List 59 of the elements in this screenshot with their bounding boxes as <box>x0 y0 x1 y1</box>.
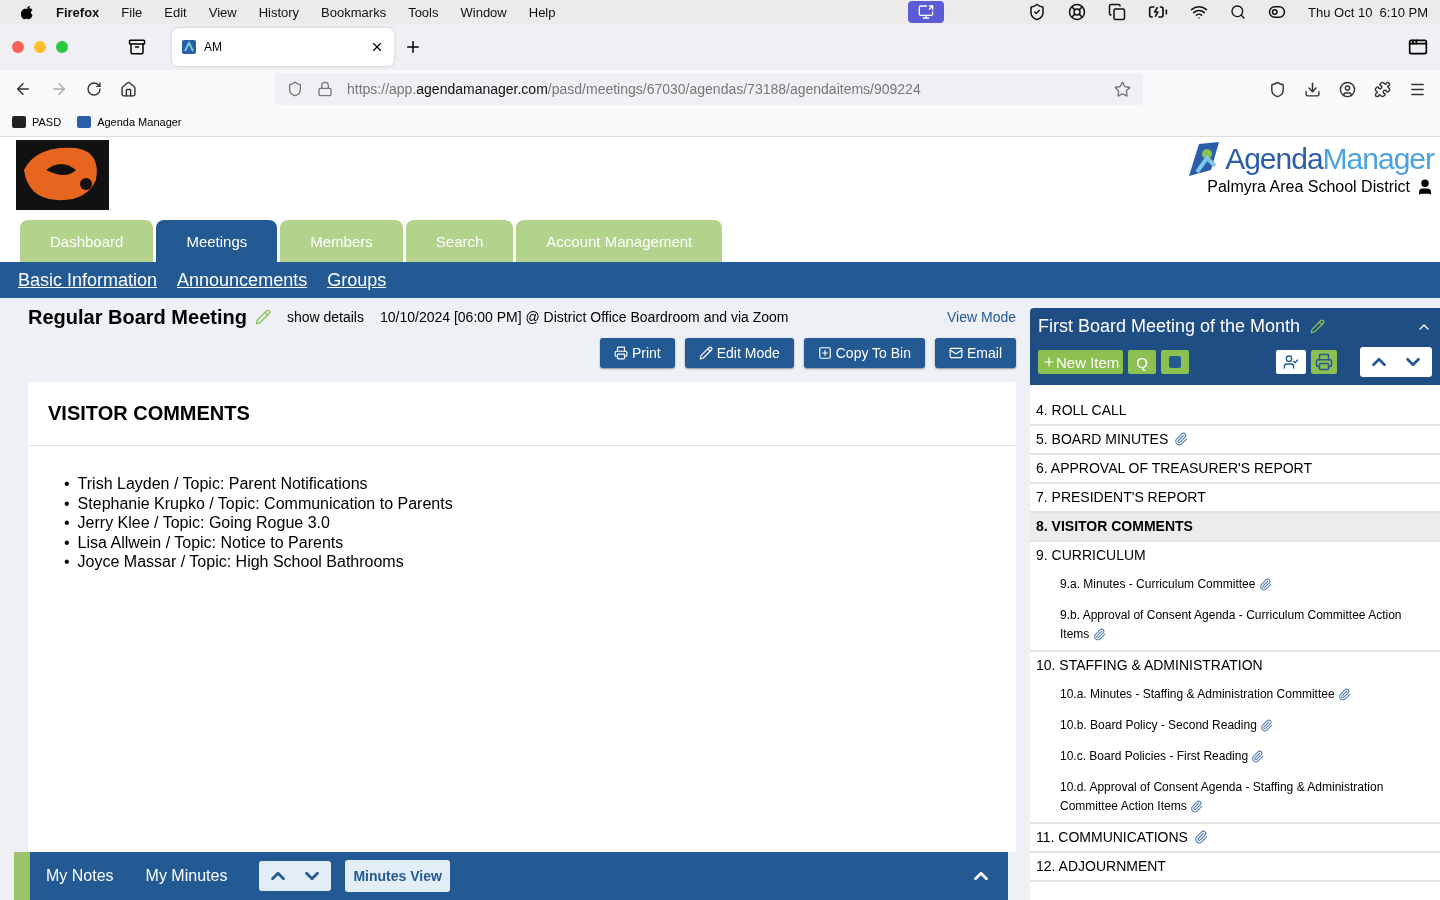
agenda-title: First Board Meeting of the Month <box>1038 316 1301 337</box>
agenda-item-title: 5. BOARD MINUTES <box>1036 431 1169 447</box>
subnav-link[interactable]: Groups <box>327 269 387 291</box>
action-button[interactable]: Email <box>935 338 1016 368</box>
agenda-item-title: 6. APPROVAL OF TREASURER'S REPORT <box>1036 460 1313 476</box>
agenda-subitem[interactable]: 10.d. Approval of Consent Agenda - Staffing & Administration Committee Action Items <box>1036 766 1434 816</box>
bottom-link[interactable]: My Minutes <box>145 867 228 885</box>
agenda-item-title: 7. PRESIDENT'S REPORT <box>1036 489 1206 505</box>
bullet: • <box>64 552 70 572</box>
comment-entry: Trish Layden / Topic: Parent Notifications <box>77 474 368 494</box>
bookmark[interactable]: Agenda Manager <box>77 116 182 128</box>
menu-item[interactable]: Window <box>460 4 507 20</box>
action-button[interactable]: Copy To Bin <box>803 338 925 368</box>
menu-item[interactable]: Bookmarks <box>321 4 387 20</box>
menu-item[interactable]: Help <box>528 4 556 20</box>
agenda-item-title: 4. ROLL CALL <box>1036 402 1127 418</box>
agenda-subitem[interactable]: 10.a. Minutes - Staffing & Administration Committee <box>1036 673 1434 704</box>
bullet: • <box>64 513 70 533</box>
agenda-item-title: 10. STAFFING & ADMINISTRATION <box>1036 657 1263 673</box>
action-button[interactable]: Print <box>599 338 675 368</box>
agenda-item-title: 11. COMMUNICATIONS <box>1036 829 1188 845</box>
district-name: Palmyra Area School District <box>1207 178 1410 196</box>
agenda-subitem[interactable]: 9.a. Minutes - Curriculum Committee <box>1036 563 1434 594</box>
bottom-link[interactable]: My Notes <box>46 867 114 885</box>
menu-item[interactable]: File <box>121 4 143 20</box>
bullet: • <box>64 493 70 513</box>
menu-item[interactable]: History <box>258 4 300 20</box>
browser-tab[interactable]: AM <box>172 28 394 66</box>
clock: Thu Oct 10 6:10 PM <box>1308 4 1428 20</box>
bullet: • <box>64 474 70 494</box>
subnav-link[interactable]: Announcements <box>177 269 308 291</box>
view-mode-link[interactable]: View Mode <box>947 309 1016 325</box>
agenda-subitem[interactable]: 9.b. Approval of Consent Agenda - Curriculum Committee Action Items <box>1036 594 1434 644</box>
menu-item[interactable]: Tools <box>408 4 439 20</box>
agenda-item-title: 8. VISITOR COMMENTS <box>1036 518 1193 534</box>
meeting-datetime: 10/10/2024 [06:00 PM] @ District Office Boardroom and via Zoom <box>379 309 789 325</box>
agenda-subitem[interactable]: 10.c. Board Policies - First Reading <box>1036 735 1434 766</box>
comment-entry: Joyce Massar / Topic: High School Bathrooms <box>77 552 404 572</box>
agenda-item-title: 12. ADJOURNMENT <box>1036 858 1166 874</box>
minutes-view-button[interactable]: Minutes View <box>345 860 450 892</box>
menu-item[interactable]: Firefox <box>56 4 100 20</box>
comment-entry: Lisa Allwein / Topic: Notice to Parents <box>77 532 344 552</box>
show-details-link[interactable]: show details <box>286 309 364 325</box>
subnav-link[interactable]: Basic Information <box>18 269 158 291</box>
comment-entry: Stephanie Krupko / Topic: Communication to Parents <box>77 493 453 513</box>
comment-entry: Jerry Klee / Topic: Going Rogue 3.0 <box>77 513 330 533</box>
bullet: • <box>64 532 70 552</box>
agenda-subitem[interactable]: 10.b. Board Policy - Second Reading <box>1036 704 1434 735</box>
brand-name: AgendaManager <box>1225 142 1434 176</box>
item-heading: VISITOR COMMENTS <box>28 382 1016 446</box>
agenda-item-title: 9. CURRICULUM <box>1036 547 1146 563</box>
agenda-item[interactable]: 8. VISITOR COMMENTS <box>1030 513 1440 542</box>
meeting-title: Regular Board Meeting <box>28 305 247 329</box>
action-button[interactable]: Edit Mode <box>684 338 794 368</box>
bookmark[interactable]: PASD <box>12 116 62 128</box>
menu-item[interactable]: Edit <box>164 4 187 20</box>
url-field[interactable]: https://app.agendamanager.com/pasd/meetings/67030/agendas/73188/agendaitems/909224 <box>275 73 1143 105</box>
menu-item[interactable]: View <box>208 4 237 20</box>
nav-tab[interactable]: Meetings <box>156 220 278 262</box>
